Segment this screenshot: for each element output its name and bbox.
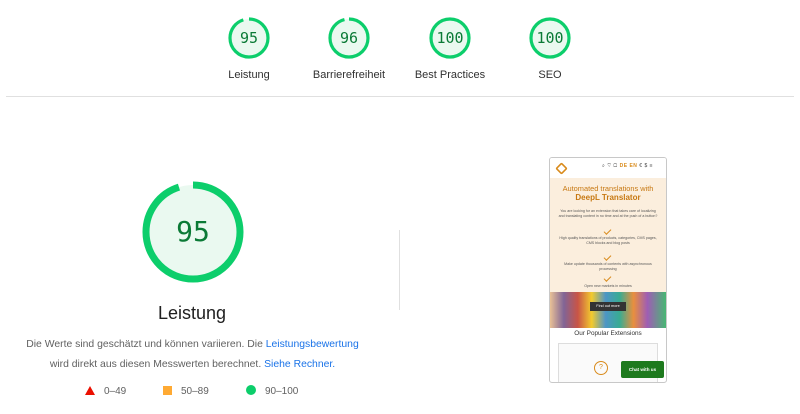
find-out-more-button[interactable]: Find out more xyxy=(590,302,626,311)
score-link[interactable]: Leistungsbewertung xyxy=(266,339,359,350)
header-icons: ⌕ ♡ ▢ DE EN € $ ≡ xyxy=(602,163,654,169)
circle-icon xyxy=(246,385,256,395)
feature-text: High quality translations of products, c… xyxy=(559,236,657,245)
section-title: Our Popular Extensions xyxy=(574,330,642,337)
help-icon: ? xyxy=(594,361,608,375)
logo-icon xyxy=(555,162,568,175)
legend-pass: 90–100 xyxy=(246,385,298,399)
gauge-seo[interactable]: 100 SEO xyxy=(490,16,610,81)
performance-score: 95 xyxy=(176,215,210,248)
chat-button[interactable]: Chat with us xyxy=(621,361,664,378)
performance-title: Leistung xyxy=(157,303,227,323)
hero-title: Automated translations with DeepL Transl… xyxy=(554,184,662,202)
site-header: ⌕ ♡ ▢ DE EN € $ ≡ xyxy=(550,158,666,178)
calculator-link[interactable]: Siehe Rechner. xyxy=(264,359,335,370)
vertical-divider xyxy=(399,230,400,310)
hero-title-line: Automated translations with xyxy=(562,184,654,193)
triangle-icon xyxy=(85,386,95,395)
check-icon xyxy=(603,274,612,282)
legend-range: 50–89 xyxy=(181,386,209,397)
feature-text: Open new markets in minutes xyxy=(584,284,632,288)
hero-title-strong: DeepL Translator xyxy=(575,193,641,202)
performance-gauge-large: 95 xyxy=(141,180,245,284)
check-icon xyxy=(603,227,612,235)
language-switch: DE EN xyxy=(619,163,638,169)
gauge-label: SEO xyxy=(538,69,562,81)
desc-text: wird direkt aus diesen Messwerten berech… xyxy=(49,359,265,370)
hero-banner: Automated translations with DeepL Transl… xyxy=(550,178,666,328)
square-icon xyxy=(163,386,172,395)
legend-fail: 0–49 xyxy=(85,385,126,399)
summary-gauges: 95 Leistung 96 Barrierefreiheit 100 Best… xyxy=(0,0,800,97)
check-icon xyxy=(603,253,612,261)
legend-average: 50–89 xyxy=(163,385,209,399)
header-divider xyxy=(6,96,794,97)
legend-range: 0–49 xyxy=(104,386,127,397)
performance-description: Die Werte sind geschätzt und können vari… xyxy=(20,335,365,375)
gauge-score: 100 xyxy=(536,29,564,47)
feature-text: Make update thousands of contents with a… xyxy=(564,262,652,271)
legend-range: 90–100 xyxy=(265,386,299,397)
final-screenshot[interactable]: ⌕ ♡ ▢ DE EN € $ ≡ Automated translations… xyxy=(549,157,667,383)
hero-intro: You are looking for an extension that ta… xyxy=(558,209,658,218)
desc-text: Die Werte sind geschätzt und können vari… xyxy=(26,339,266,350)
